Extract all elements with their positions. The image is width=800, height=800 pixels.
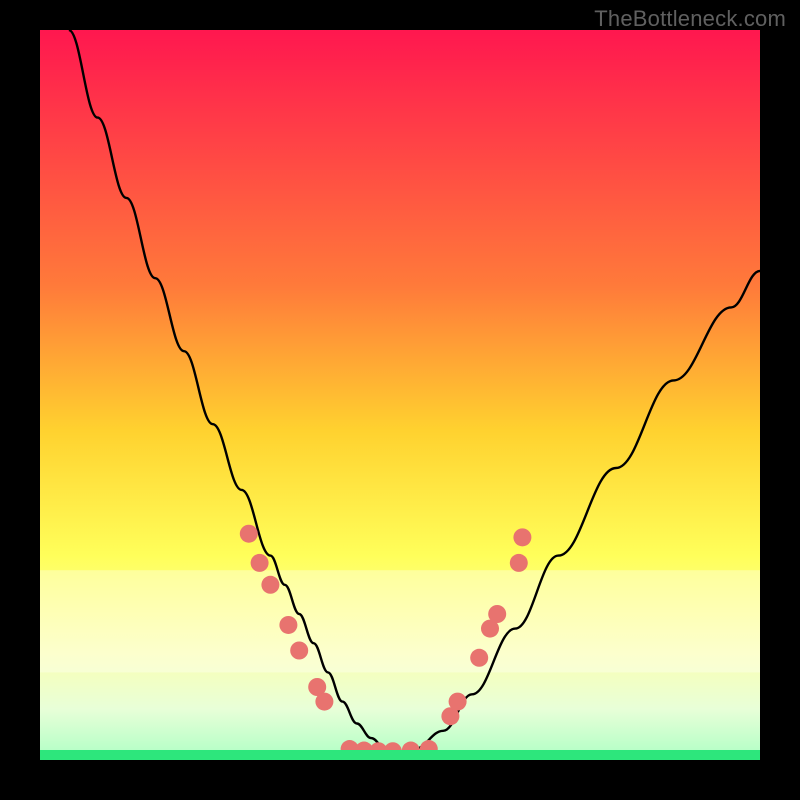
marker-dot [488, 605, 506, 623]
marker-dot [315, 693, 333, 711]
marker-dot [251, 554, 269, 572]
marker-dot [240, 525, 258, 543]
marker-dot [290, 642, 308, 660]
marker-dot [449, 693, 467, 711]
marker-dot [261, 576, 279, 594]
chart-plot-area [40, 30, 760, 760]
marker-dot [510, 554, 528, 572]
baseline-green-bar [40, 750, 760, 760]
marker-dot [513, 528, 531, 546]
marker-dot [470, 649, 488, 667]
highlight-band [40, 570, 760, 672]
chart-svg [40, 30, 760, 760]
marker-dot [279, 616, 297, 634]
watermark-text: TheBottleneck.com [594, 6, 786, 32]
